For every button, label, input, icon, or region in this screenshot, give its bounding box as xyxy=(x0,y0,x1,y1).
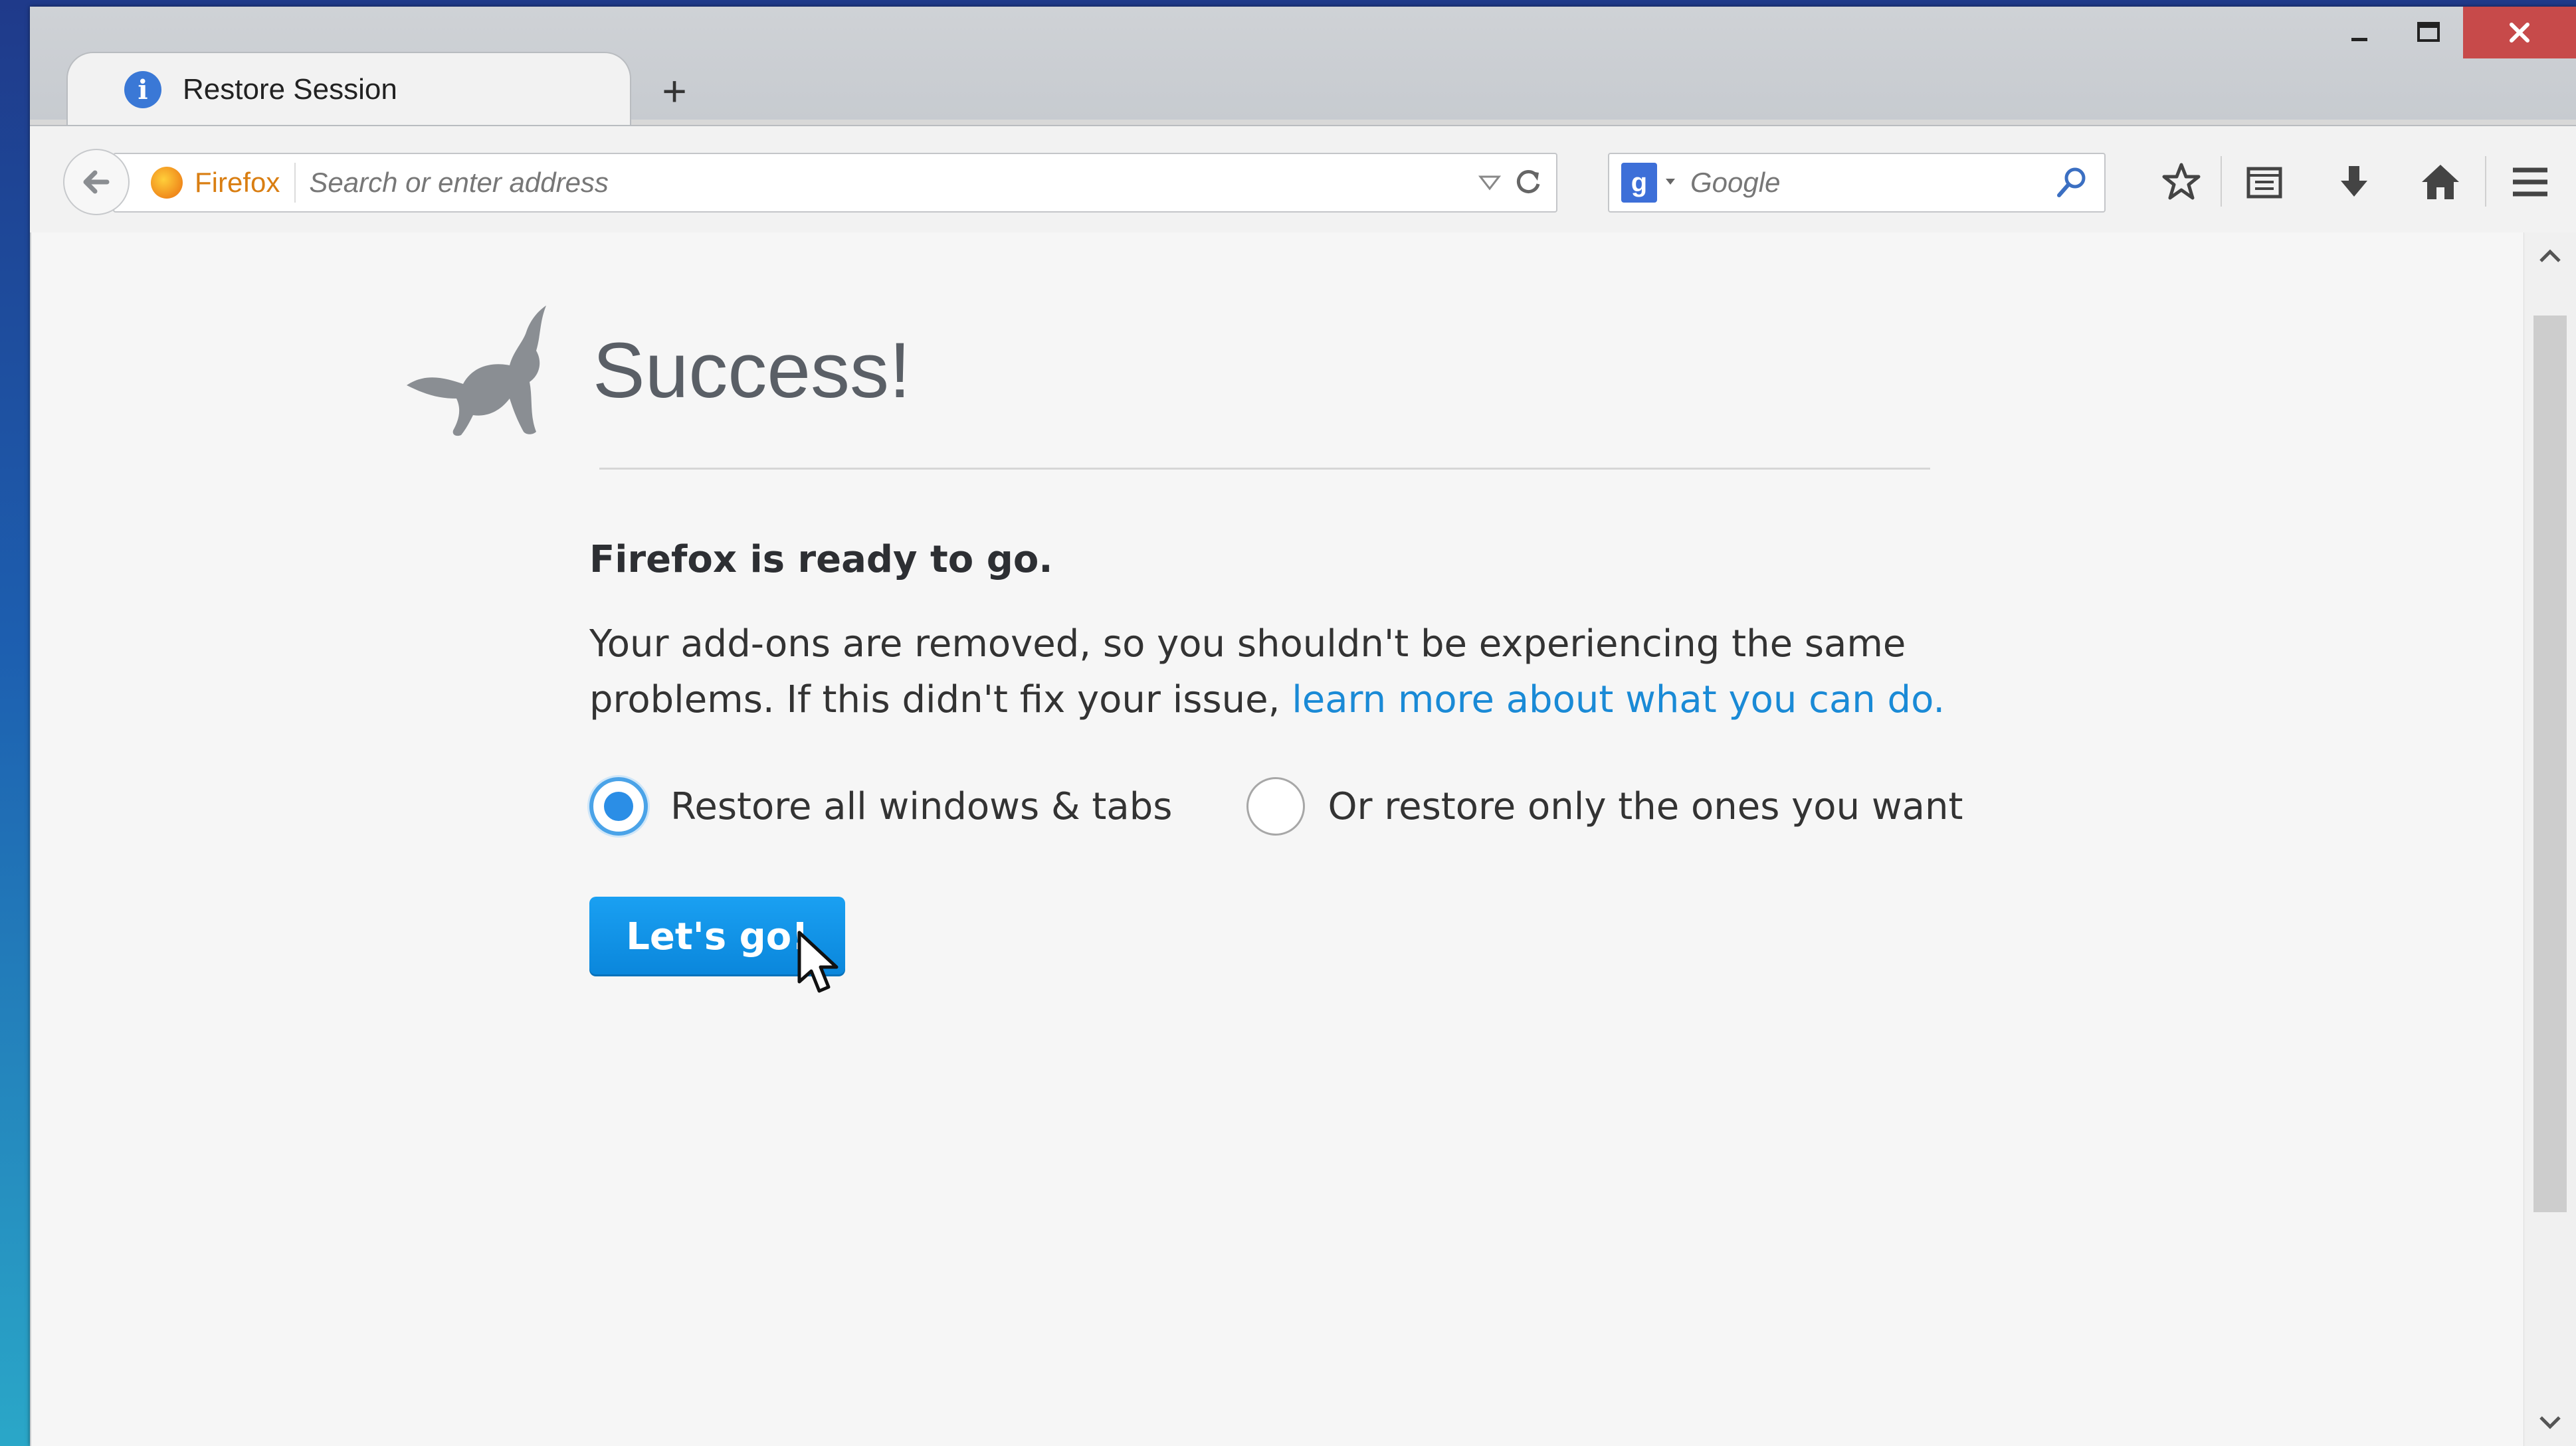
chevron-down-icon[interactable] xyxy=(1664,175,1677,191)
bookmarks-list-icon xyxy=(2246,167,2282,199)
navigation-toolbar: Firefox g xyxy=(30,125,2576,234)
bookmark-star-button[interactable] xyxy=(2149,150,2213,214)
scroll-down-icon[interactable] xyxy=(2524,1400,2576,1446)
back-button[interactable] xyxy=(63,149,130,215)
downloads-button[interactable] xyxy=(2322,150,2386,214)
fox-logo-icon xyxy=(407,306,546,436)
title-bar: i Restore Session + xyxy=(30,7,2576,126)
history-dropdown-icon[interactable] xyxy=(1476,169,1503,198)
maximize-icon xyxy=(2417,22,2440,42)
bookmarks-menu-button[interactable] xyxy=(2232,150,2296,214)
search-input[interactable] xyxy=(1689,166,2037,199)
new-tab-button[interactable]: + xyxy=(651,67,698,115)
vertical-scrollbar[interactable] xyxy=(2524,232,2576,1446)
restore-all-label[interactable]: Restore all windows & tabs xyxy=(670,785,1172,828)
hamburger-menu-icon xyxy=(2513,167,2547,197)
home-button[interactable] xyxy=(2409,150,2472,214)
lead-text: Firefox is ready to go. xyxy=(589,538,1053,581)
title-divider xyxy=(599,468,1930,470)
mouse-pointer-icon xyxy=(797,931,839,993)
scroll-up-icon[interactable] xyxy=(2524,232,2576,279)
search-engine-icon[interactable]: g xyxy=(1621,163,1657,203)
url-bar[interactable]: Firefox xyxy=(113,153,1557,213)
restore-all-option[interactable]: Restore all windows & tabs xyxy=(589,777,1172,836)
restore-selected-label[interactable]: Or restore only the ones you want xyxy=(1328,785,1963,828)
minimize-button[interactable] xyxy=(2325,7,2394,58)
info-icon: i xyxy=(124,71,161,108)
toolbar-divider xyxy=(2485,156,2486,207)
page-content: Success! Firefox is ready to go. Your ad… xyxy=(30,232,2576,1446)
description-text: Your add-ons are removed, so you shouldn… xyxy=(589,616,1951,728)
open-menu-button[interactable] xyxy=(2498,150,2562,214)
download-arrow-icon xyxy=(2341,166,2367,197)
restore-all-radio[interactable] xyxy=(589,777,648,836)
maximize-button[interactable] xyxy=(2394,7,2463,58)
browser-window: i Restore Session + Firefox g xyxy=(30,7,2576,1446)
page-title: Success! xyxy=(593,327,911,414)
close-button[interactable] xyxy=(2463,7,2576,58)
restore-selected-option[interactable]: Or restore only the ones you want xyxy=(1246,777,1963,836)
firefox-logo-icon xyxy=(151,167,183,199)
restore-selected-radio[interactable] xyxy=(1246,777,1306,836)
site-identity[interactable]: Firefox xyxy=(114,163,296,203)
star-icon xyxy=(2162,163,2201,200)
back-arrow-icon xyxy=(83,170,110,194)
restore-options: Restore all windows & tabs Or restore on… xyxy=(589,777,1963,836)
home-icon xyxy=(2422,165,2459,199)
search-icon[interactable] xyxy=(2054,165,2090,203)
minimize-icon xyxy=(2351,38,2367,41)
learn-more-link[interactable]: learn more about what you can do. xyxy=(1292,678,1945,721)
toolbar-divider xyxy=(2221,156,2222,207)
tab-title: Restore Session xyxy=(183,73,397,106)
tab-restore-session[interactable]: i Restore Session xyxy=(66,52,631,126)
close-icon xyxy=(2510,23,2529,43)
window-controls xyxy=(2325,7,2576,58)
scroll-thumb[interactable] xyxy=(2533,316,2567,1212)
identity-label: Firefox xyxy=(195,167,280,198)
search-bar[interactable]: g xyxy=(1608,153,2106,213)
reload-icon[interactable] xyxy=(1512,166,1544,201)
address-input[interactable] xyxy=(308,166,1440,199)
